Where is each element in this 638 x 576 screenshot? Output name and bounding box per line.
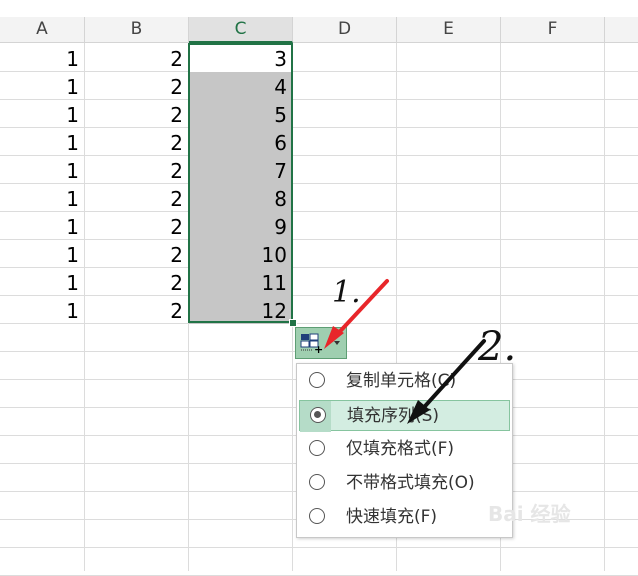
radio-wrap: [299, 468, 330, 499]
menu-item-label: 仅填充格式(F): [346, 439, 455, 459]
column-header-a[interactable]: A: [0, 17, 85, 42]
radio-icon[interactable]: [309, 474, 325, 490]
cell-b6[interactable]: 2: [85, 184, 189, 212]
auto-fill-options-icon: +: [300, 333, 340, 356]
menu-item-label: 填充序列(S): [347, 406, 440, 426]
auto-fill-options-menu: 复制单元格(C) 填充序列(S) 仅填充格式(F) 不带格式填充(O) 快速填充(F): [296, 363, 513, 538]
column-header-f[interactable]: F: [501, 17, 605, 42]
radio-wrap: [300, 401, 331, 432]
grid-line: [0, 547, 638, 548]
auto-fill-options-button[interactable]: +: [295, 327, 347, 359]
cell-b1[interactable]: 2: [85, 44, 189, 72]
menu-item-label: 不带格式填充(O): [346, 473, 475, 493]
column-header-e[interactable]: E: [397, 17, 501, 42]
cell-a2[interactable]: 1: [0, 72, 85, 100]
column-header-b[interactable]: B: [85, 17, 189, 42]
cell-a8[interactable]: 1: [0, 240, 85, 268]
cell-a1[interactable]: 1: [0, 44, 85, 72]
svg-text:+: +: [314, 343, 323, 356]
radio-wrap: [299, 366, 330, 397]
cell-a4[interactable]: 1: [0, 128, 85, 156]
selection-border: [188, 43, 293, 323]
cell-a3[interactable]: 1: [0, 100, 85, 128]
cell-b7[interactable]: 2: [85, 212, 189, 240]
watermark-logo: Bai 经验: [488, 502, 571, 526]
cell-b9[interactable]: 2: [85, 268, 189, 296]
radio-icon[interactable]: [309, 508, 325, 524]
cell-b2[interactable]: 2: [85, 72, 189, 100]
column-header-g[interactable]: [605, 17, 638, 42]
menu-item-4[interactable]: 快速填充(F): [299, 502, 510, 533]
menu-item-0[interactable]: 复制单元格(C): [299, 366, 510, 397]
radio-icon[interactable]: [309, 440, 325, 456]
cell-b3[interactable]: 2: [85, 100, 189, 128]
cell-b10[interactable]: 2: [85, 296, 189, 324]
fill-handle[interactable]: [289, 319, 297, 327]
column-header-row: A B C D E F: [0, 17, 638, 43]
cell-a9[interactable]: 1: [0, 268, 85, 296]
radio-icon[interactable]: [309, 372, 325, 388]
column-header-d[interactable]: D: [293, 17, 397, 42]
column-header-c[interactable]: C: [189, 17, 293, 43]
cell-a7[interactable]: 1: [0, 212, 85, 240]
radio-wrap: [299, 502, 330, 533]
menu-item-label: 复制单元格(C): [346, 371, 457, 391]
menu-item-3[interactable]: 不带格式填充(O): [299, 468, 510, 499]
cell-a10[interactable]: 1: [0, 296, 85, 324]
menu-item-2[interactable]: 仅填充格式(F): [299, 434, 510, 465]
cell-b5[interactable]: 2: [85, 156, 189, 184]
menu-item-1[interactable]: 填充序列(S): [299, 400, 510, 432]
cell-a5[interactable]: 1: [0, 156, 85, 184]
cell-b4[interactable]: 2: [85, 128, 189, 156]
radio-icon[interactable]: [310, 407, 326, 423]
cell-b8[interactable]: 2: [85, 240, 189, 268]
menu-item-label: 快速填充(F): [346, 507, 438, 527]
radio-wrap: [299, 434, 330, 465]
cell-a6[interactable]: 1: [0, 184, 85, 212]
